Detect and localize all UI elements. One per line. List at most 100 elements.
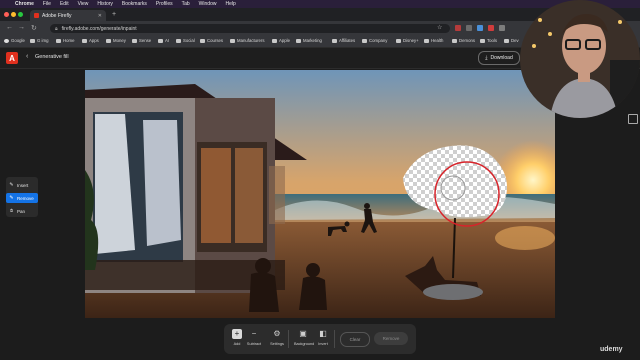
brush-plus-icon: ✎ [9,182,14,188]
menu-view[interactable]: View [78,1,89,7]
tool-pan-label: Pan [17,208,26,214]
bookmark-home[interactable]: Home [56,38,74,43]
bookmark-sense[interactable]: Sense [132,38,151,43]
download-button[interactable]: ⤓ Download [478,51,520,65]
url-text: firefly.adobe.com/generate/inpaint [61,25,137,32]
bookmark-marketing[interactable]: Marketing [296,38,322,43]
bookmark-affiliates[interactable]: Affiliates [332,38,355,43]
bookmark-dev[interactable]: Dev [504,38,519,43]
folder-icon [106,38,111,43]
image-canvas[interactable] [85,70,555,318]
browser-tab[interactable]: Adobe Firefly ✕ [30,10,106,21]
reload-icon[interactable]: ↻ [31,24,37,32]
folder-icon [332,38,337,43]
subtract-icon: − [251,329,257,338]
star-icon[interactable]: ☆ [437,24,442,31]
bookmark-manufacturers[interactable]: Manufacturers [230,38,264,43]
udemy-watermark: udemy [600,346,623,353]
background-tool-label: Background [294,342,315,346]
zoom-window-icon[interactable] [18,12,23,17]
folder-icon [200,38,205,43]
add-icon: + [232,329,242,339]
bookmark-disney[interactable]: Disney+ [396,38,419,43]
menu-edit[interactable]: Edit [60,1,69,7]
invert-icon: ◧ [319,329,327,338]
bookmark-ai[interactable]: AI [158,38,169,43]
bookmark-g-img[interactable]: G img [30,38,48,43]
menu-profiles[interactable]: Profiles [156,1,173,7]
bookmark-courses[interactable]: Courses [200,38,223,43]
webcam-overlay [520,0,640,118]
new-tab-icon[interactable]: + [112,11,116,18]
tool-remove[interactable]: ✎ Remove [6,193,38,203]
extension-red-icon[interactable] [455,25,461,31]
settings-tool-label: Settings [270,342,284,346]
menu-help[interactable]: Help [225,1,235,7]
beach-house [85,84,307,293]
bookmark-google[interactable]: Google [4,38,25,43]
folder-icon [362,38,367,43]
download-label: Download [490,55,513,61]
adobe-logo-icon[interactable]: A [6,52,18,64]
bookmark-apple[interactable]: Apple [272,38,290,43]
back-icon[interactable]: ← [6,24,13,31]
settings-icon: ⚙︎ [273,329,281,338]
bookmark-demons[interactable]: Demons [452,38,475,43]
close-tab-icon[interactable]: ✕ [98,13,102,19]
extension-gray-icon[interactable] [466,25,472,31]
bookmark-health[interactable]: Health [424,38,443,43]
hand-icon: ✋︎ [10,208,13,214]
subtract-tool-button[interactable]: − Subtract [245,329,263,346]
close-window-icon[interactable] [4,12,9,17]
invert-tool-label: Invert [318,342,328,346]
menu-history[interactable]: History [97,1,113,7]
folder-icon [230,38,235,43]
tool-pan[interactable]: ✋︎ Pan [6,206,38,216]
tool-insert[interactable]: ✎ Insert [6,180,38,190]
folder-icon [504,38,509,43]
menu-tab[interactable]: Tab [182,1,190,7]
download-icon: ⤓ [485,55,488,61]
invert-tool-button[interactable]: ◧ Invert [314,329,332,346]
background-tool-button[interactable]: ▣ Background [294,329,315,346]
address-bar[interactable]: 🔒︎ firefly.adobe.com/generate/inpaint [50,24,450,33]
remove-button[interactable]: Remove [374,332,408,345]
folder-icon [132,38,137,43]
menu-bookmarks[interactable]: Bookmarks [122,1,147,7]
tool-insert-label: Insert [17,182,29,188]
lock-icon: 🔒︎ [55,25,58,32]
minimize-window-icon[interactable] [11,12,16,17]
tool-remove-label: Remove [17,195,34,201]
panel-toggle-icon[interactable] [628,114,638,124]
extension-blue-icon[interactable] [477,25,483,31]
bookmark-tools[interactable]: Tools [480,38,497,43]
clear-button[interactable]: Clear [340,332,370,347]
page-title: Generative fill [35,54,69,60]
tab-title: Adobe Firefly [42,12,72,19]
brush-minus-icon: ✎ [9,195,14,201]
bookmark-social[interactable]: Social [176,38,195,43]
back-chevron-icon[interactable]: ‹ [26,53,28,60]
bookmark-apps[interactable]: Apps [82,38,99,43]
toolbar-divider [334,330,335,348]
folder-icon [158,38,163,43]
add-tool-button[interactable]: + Add [228,329,246,346]
folder-icon [424,38,429,43]
menu-window[interactable]: Window [199,1,217,7]
menu-file[interactable]: File [43,1,51,7]
subtract-tool-label: Subtract [246,342,262,346]
forward-icon[interactable]: → [18,24,25,31]
google-icon [4,38,9,43]
menu-app-name[interactable]: Chrome [15,1,34,7]
settings-tool-button[interactable]: ⚙︎ Settings [268,329,286,346]
bookmark-money[interactable]: Money [106,38,126,43]
extension-shield-icon[interactable] [488,25,494,31]
macos-menu-bar: Chrome File Edit View History Bookmarks … [0,0,640,8]
sun-reflection [495,226,555,250]
bookmark-company[interactable]: Company [362,38,387,43]
folder-icon [56,38,61,43]
firefly-favicon-icon [34,13,39,18]
folder-icon [296,38,301,43]
extensions-puzzle-icon[interactable] [499,25,505,31]
folder-icon [30,38,35,43]
